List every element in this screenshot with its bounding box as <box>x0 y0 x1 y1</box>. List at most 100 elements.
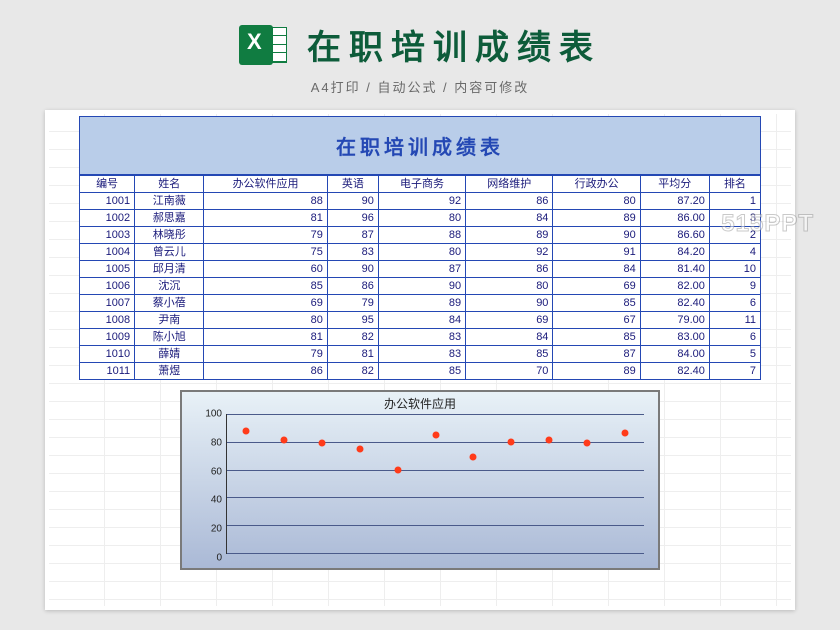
cell: 95 <box>327 312 378 329</box>
cell: 1003 <box>80 227 135 244</box>
cell: 84 <box>466 210 553 227</box>
data-point <box>280 437 287 444</box>
cell: 6 <box>709 329 760 346</box>
page-title: 在职培训成绩表 <box>307 20 601 69</box>
cell: 陈小旭 <box>135 329 204 346</box>
column-header: 网络维护 <box>466 176 553 193</box>
chart-plot <box>226 414 644 554</box>
cell: 88 <box>378 227 465 244</box>
cell: 90 <box>466 295 553 312</box>
cell: 85 <box>204 278 328 295</box>
column-header: 行政办公 <box>553 176 640 193</box>
cell: 1007 <box>80 295 135 312</box>
cell: 1006 <box>80 278 135 295</box>
cell: 86 <box>466 193 553 210</box>
column-header: 编号 <box>80 176 135 193</box>
cell: 81 <box>204 329 328 346</box>
cell: 79.00 <box>640 312 709 329</box>
cell: 蔡小蓓 <box>135 295 204 312</box>
cell: 1 <box>709 193 760 210</box>
table-row: 1008尹南809584696779.0011 <box>80 312 761 329</box>
table-row: 1005邱月清609087868481.4010 <box>80 261 761 278</box>
spreadsheet-preview: 在职培训成绩表 编号姓名办公软件应用英语电子商务网络维护行政办公平均分排名 10… <box>45 110 795 610</box>
cell: 79 <box>204 227 328 244</box>
table-row: 1004曾云儿758380929184.204 <box>80 244 761 261</box>
cell: 5 <box>709 346 760 363</box>
cell: 1001 <box>80 193 135 210</box>
column-header: 办公软件应用 <box>204 176 328 193</box>
cell: 90 <box>327 261 378 278</box>
cell: 江南薇 <box>135 193 204 210</box>
cell: 1011 <box>80 363 135 380</box>
chart-title: 办公软件应用 <box>182 395 658 412</box>
cell: 67 <box>553 312 640 329</box>
page-header: 在职培训成绩表 <box>0 0 840 75</box>
cell: 81 <box>327 346 378 363</box>
column-header: 排名 <box>709 176 760 193</box>
cell: 80 <box>553 193 640 210</box>
cell: 75 <box>204 244 328 261</box>
cell: 1010 <box>80 346 135 363</box>
cell: 9 <box>709 278 760 295</box>
cell: 薛婧 <box>135 346 204 363</box>
cell: 90 <box>327 193 378 210</box>
cell: 萧煜 <box>135 363 204 380</box>
cell: 11 <box>709 312 760 329</box>
cell: 92 <box>378 193 465 210</box>
cell: 1008 <box>80 312 135 329</box>
cell: 96 <box>327 210 378 227</box>
cell: 88 <box>204 193 328 210</box>
cell: 82 <box>327 363 378 380</box>
cell: 60 <box>204 261 328 278</box>
column-header: 平均分 <box>640 176 709 193</box>
cell: 89 <box>553 210 640 227</box>
cell: 87 <box>327 227 378 244</box>
y-tick: 0 <box>192 553 222 564</box>
cell: 69 <box>204 295 328 312</box>
cell: 83 <box>378 346 465 363</box>
cell: 86 <box>204 363 328 380</box>
table-row: 1011萧煜868285708982.407 <box>80 363 761 380</box>
cell: 82.00 <box>640 278 709 295</box>
cell: 曾云儿 <box>135 244 204 261</box>
y-tick: 20 <box>192 524 222 535</box>
chart: 办公软件应用 020406080100 <box>180 390 660 570</box>
y-tick: 80 <box>192 437 222 448</box>
cell: 3 <box>709 210 760 227</box>
cell: 89 <box>553 363 640 380</box>
cell: 85 <box>553 295 640 312</box>
cell: 84 <box>378 312 465 329</box>
cell: 84 <box>466 329 553 346</box>
table-row: 1001江南薇889092868087.201 <box>80 193 761 210</box>
cell: 89 <box>378 295 465 312</box>
page-subtitle: A4打印 / 自动公式 / 内容可修改 <box>0 77 840 96</box>
cell: 90 <box>378 278 465 295</box>
cell: 83 <box>327 244 378 261</box>
cell: 82.40 <box>640 363 709 380</box>
cell: 尹南 <box>135 312 204 329</box>
data-point <box>546 437 553 444</box>
data-point <box>584 440 591 447</box>
cell: 4 <box>709 244 760 261</box>
cell: 邱月清 <box>135 261 204 278</box>
table-row: 1006沈沉858690806982.009 <box>80 278 761 295</box>
cell: 1009 <box>80 329 135 346</box>
cell: 86 <box>466 261 553 278</box>
cell: 81.40 <box>640 261 709 278</box>
table-row: 1003林晓彤798788899086.602 <box>80 227 761 244</box>
table-row: 1009陈小旭818283848583.006 <box>80 329 761 346</box>
y-tick: 100 <box>192 409 222 420</box>
table-row: 1002郝思嘉819680848986.003 <box>80 210 761 227</box>
y-tick: 40 <box>192 495 222 506</box>
cell: 81 <box>204 210 328 227</box>
cell: 89 <box>466 227 553 244</box>
cell: 10 <box>709 261 760 278</box>
data-point <box>394 466 401 473</box>
cell: 80 <box>466 278 553 295</box>
cell: 1005 <box>80 261 135 278</box>
cell: 85 <box>378 363 465 380</box>
table-row: 1010薛婧798183858784.005 <box>80 346 761 363</box>
cell: 83.00 <box>640 329 709 346</box>
cell: 82.40 <box>640 295 709 312</box>
cell: 70 <box>466 363 553 380</box>
